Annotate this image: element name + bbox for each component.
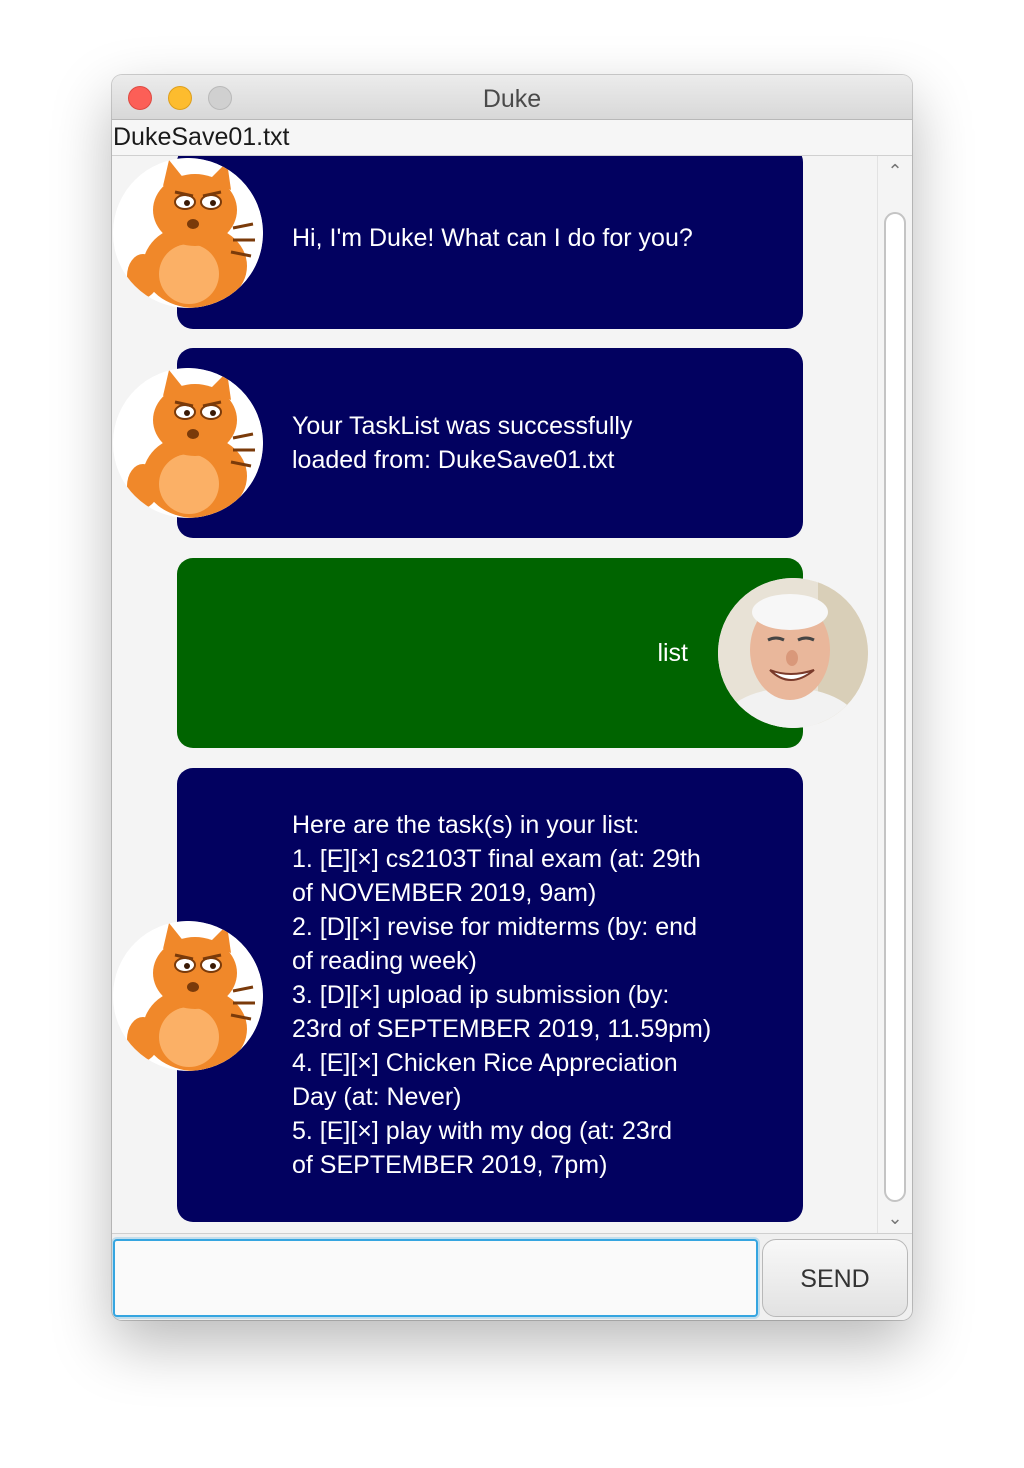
duke-message-bubble: Here are the task(s) in your list: 1. [E… (177, 768, 803, 1222)
orange-cat-avatar (113, 368, 263, 518)
orange-cat-avatar (113, 158, 263, 308)
old-man-avatar (718, 578, 868, 728)
user-message-text: list (657, 639, 688, 667)
input-row: SEND (112, 1233, 912, 1320)
duke-message-text: Here are the task(s) in your list: 1. [E… (292, 811, 712, 1179)
window-title: Duke (482, 85, 542, 113)
user-message-bubble: list (177, 558, 803, 748)
duke-message-text: Hi, I'm Duke! What can I do for you? (292, 223, 693, 252)
vertical-scrollbar[interactable]: ⌃ ⌄ (877, 156, 912, 1233)
chevron-down-icon[interactable]: ⌄ (886, 1209, 904, 1227)
title-bar[interactable]: Duke (112, 75, 912, 120)
orange-cat-icon (113, 158, 263, 308)
duke-message-text: Your TaskList was successfully loaded fr… (292, 412, 633, 474)
duke-message-bubble: Your TaskList was successfully loaded fr… (177, 348, 803, 538)
file-label-bar: DukeSave01.txt (112, 120, 912, 156)
duke-message-bubble: Hi, I'm Duke! What can I do for you? (177, 156, 803, 329)
save-file-label: DukeSave01.txt (113, 123, 290, 151)
smiling-man-photo-icon (718, 578, 868, 728)
send-button[interactable]: SEND (762, 1239, 908, 1317)
orange-cat-icon (113, 368, 263, 518)
scrollbar-thumb[interactable] (884, 212, 906, 1202)
orange-cat-avatar (113, 921, 263, 1071)
orange-cat-icon (113, 921, 263, 1071)
dialog-scroll-pane[interactable]: Hi, I'm Duke! What can I do for you? You… (112, 156, 877, 1233)
chevron-up-icon[interactable]: ⌃ (886, 162, 904, 180)
app-window: Duke DukeSave01.txt Hi, I'm Duke! What c… (112, 75, 912, 1320)
message-input[interactable] (113, 1239, 758, 1317)
